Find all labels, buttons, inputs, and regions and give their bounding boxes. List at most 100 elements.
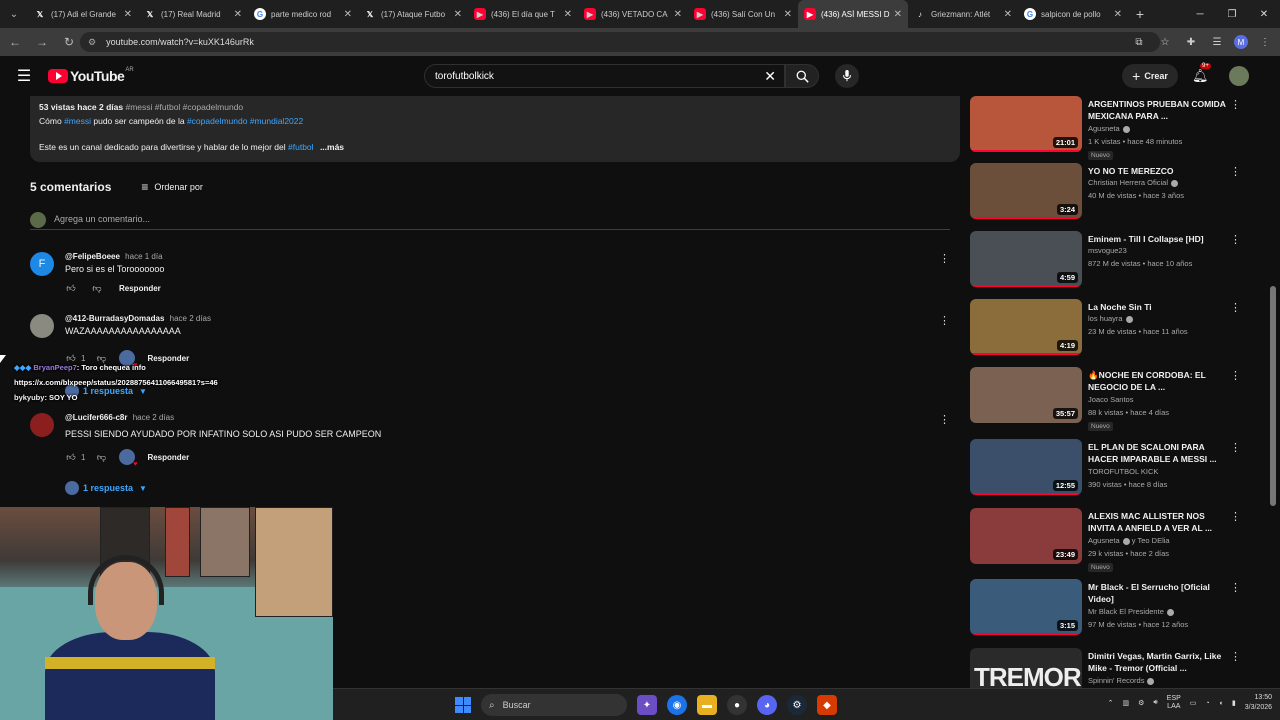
browser-tab[interactable]: 𝕏 (17) Ataque Futbo ✕ [358, 0, 468, 28]
comment-menu-icon[interactable]: ⋮ [939, 413, 950, 426]
video-menu-icon[interactable]: ⋮ [1230, 233, 1241, 246]
video-thumbnail[interactable]: 3:24 [970, 163, 1082, 219]
recommended-video[interactable]: 21:01 ARGENTINOS PRUEBAN COMIDA MEXICANA … [970, 96, 1250, 160]
browser-tab[interactable]: 𝕏 (17) Adi el Grande ✕ [28, 0, 138, 28]
reading-list-icon[interactable]: ☰ [1208, 32, 1226, 52]
close-tab-icon[interactable]: ✕ [674, 9, 682, 20]
video-menu-icon[interactable]: ⋮ [1230, 510, 1241, 523]
video-menu-icon[interactable]: ⋮ [1230, 165, 1241, 178]
close-tab-icon[interactable]: ✕ [564, 9, 572, 20]
recommended-video[interactable]: 3:24 YO NO TE MEREZCO Christian Herrera Of… [970, 163, 1250, 227]
file-explorer-icon[interactable]: ▬ [697, 695, 717, 715]
menu-icon[interactable]: ☰ [14, 66, 34, 86]
video-title[interactable]: EL PLAN DE SCALONI PARA HACER IMPARABLE … [1088, 441, 1230, 465]
copilot-icon[interactable]: ✦ [637, 695, 657, 715]
video-channel[interactable]: msvogue23 [1088, 246, 1127, 255]
view-replies-button[interactable]: 1 respuesta ▼ [65, 481, 147, 495]
reply-button[interactable]: Responder [119, 284, 161, 293]
dislike-icon[interactable]: 👎︎ [95, 451, 107, 463]
browser-tab[interactable]: Gsalpicon de pollo ✕ [1018, 0, 1128, 28]
clock[interactable]: 13:50 3/3/2026 [1245, 693, 1272, 713]
comment-author[interactable]: @412-BurradasyDomadas [65, 314, 164, 323]
comment-author[interactable]: @Lucifer666-c8r [65, 413, 128, 422]
video-menu-icon[interactable]: ⋮ [1230, 441, 1241, 454]
add-comment-box[interactable]: Agrega un comentario... [30, 212, 950, 230]
browser-tab[interactable]: ▶ (436) El día que T ✕ [468, 0, 578, 28]
search-button[interactable] [785, 64, 819, 88]
recommended-video[interactable]: 4:59 Eminem - Till I Collapse [HD] msvogue… [970, 231, 1250, 295]
video-channel[interactable]: Agusneta [1088, 124, 1130, 133]
recommended-video[interactable]: 23:49 ALEXIS MAC ALLISTER NOS INVITA A AN… [970, 508, 1250, 572]
close-tab-icon[interactable]: ✕ [1004, 9, 1012, 20]
recommended-video[interactable]: 35:57 🔥NOCHE EN CORDOBA: EL NEGOCIO DE LA… [970, 367, 1250, 431]
obs-icon[interactable]: ● [727, 695, 747, 715]
video-channel[interactable]: Mr Black El Presidente [1088, 607, 1174, 616]
close-tab-icon[interactable]: ✕ [344, 9, 352, 20]
youtube-logo[interactable]: YouTube AR [48, 67, 134, 84]
video-channel[interactable]: Agusneta y Teo DElia [1088, 536, 1170, 545]
sort-button[interactable]: ≡ Ordenar por [141, 180, 203, 194]
hashtag-link[interactable]: #messi [64, 116, 91, 126]
video-thumbnail[interactable]: 35:57 [970, 367, 1082, 423]
comment-avatar[interactable]: F [30, 252, 54, 276]
windows-start-icon[interactable] [455, 697, 471, 713]
comment-time[interactable]: hace 2 días [133, 413, 174, 422]
video-menu-icon[interactable]: ⋮ [1230, 369, 1241, 382]
comment-avatar[interactable] [30, 314, 54, 338]
bookmark-star-icon[interactable]: ☆ [1156, 32, 1174, 52]
profile-avatar[interactable]: M [1234, 35, 1248, 49]
browser-tab[interactable]: Gparte medico rod ✕ [248, 0, 358, 28]
comment-avatar[interactable] [30, 413, 54, 437]
minimize-icon[interactable]: ─ [1184, 0, 1216, 28]
browser-tab[interactable]: 𝕏 (17) Real Madrid ✕ [138, 0, 248, 28]
video-thumbnail[interactable]: 4:59 [970, 231, 1082, 287]
tray-expand-icon[interactable]: ⌃ [1108, 699, 1114, 707]
video-title[interactable]: Mr Black - El Serrucho [Oficial Video] [1088, 581, 1230, 605]
video-channel[interactable]: Spinnin' Records [1088, 676, 1155, 685]
browser-tab[interactable]: ▶ (436) VETADO CA ✕ [578, 0, 688, 28]
close-tab-icon[interactable]: ✕ [234, 9, 242, 20]
show-more-button[interactable]: ...más [320, 142, 344, 152]
close-tab-icon[interactable]: ✕ [454, 9, 462, 20]
app-icon[interactable]: ◆ [817, 695, 837, 715]
video-menu-icon[interactable]: ⋮ [1230, 98, 1241, 111]
network-icon[interactable]: ▥ [1122, 699, 1129, 707]
video-channel[interactable]: Joaco Santos [1088, 395, 1133, 404]
recommended-video[interactable]: 12:55 EL PLAN DE SCALONI PARA HACER IMPAR… [970, 439, 1250, 503]
video-title[interactable]: Dimitri Vegas, Martin Garrix, Like Mike … [1088, 650, 1230, 674]
video-channel[interactable]: TOROFUTBOL KICK [1088, 467, 1158, 476]
like-icon[interactable]: 👍︎ [65, 451, 77, 463]
video-thumbnail[interactable]: TREMOR [970, 648, 1082, 688]
video-title[interactable]: La Noche Sin Ti [1088, 301, 1230, 313]
browser-tab[interactable]: ▶ (436) ASÍ MESSI D ✕ [798, 0, 908, 28]
video-thumbnail[interactable]: 21:01 [970, 96, 1082, 152]
like-icon[interactable]: 👍︎ [65, 282, 77, 294]
scrollbar-thumb[interactable] [1270, 286, 1276, 506]
back-button[interactable]: ← [3, 30, 27, 54]
voice-search-button[interactable] [835, 64, 859, 88]
address-bar[interactable]: ⚙ youtube.com/watch?v=kuXK146urRk [80, 32, 1160, 52]
recommended-video[interactable]: 4:19 La Noche Sin Ti los huayra 23 M de vis… [970, 299, 1250, 363]
create-button[interactable]: + Crear [1122, 64, 1178, 88]
comment-author[interactable]: @FelipeBoeee [65, 252, 120, 261]
notifications-button[interactable]: 🔔︎ 9+ [1192, 63, 1211, 84]
hashtag-link[interactable]: #futbol [288, 142, 314, 152]
close-tab-icon[interactable]: ✕ [124, 9, 132, 20]
hashtag-link[interactable]: #copadelmundo [187, 116, 248, 126]
wifi-icon[interactable]: ◔ [1205, 700, 1209, 707]
video-title[interactable]: ALEXIS MAC ALLISTER NOS INVITA A ANFIELD… [1088, 510, 1230, 534]
video-thumbnail[interactable]: 12:55 [970, 439, 1082, 495]
comment-menu-icon[interactable]: ⋮ [939, 252, 950, 265]
search-input[interactable]: torofutbolkick ✕ [424, 64, 785, 88]
extensions-icon[interactable]: ✚ [1182, 32, 1200, 52]
new-tab-button[interactable]: + [1128, 6, 1152, 22]
video-thumbnail[interactable]: 4:19 [970, 299, 1082, 355]
video-menu-icon[interactable]: ⋮ [1230, 581, 1241, 594]
recommended-video[interactable]: 3:15 Mr Black - El Serrucho [Oficial Vide… [970, 579, 1250, 643]
battery-icon[interactable]: ▮ [1232, 699, 1236, 707]
video-thumbnail[interactable]: 23:49 [970, 508, 1082, 564]
dislike-icon[interactable]: 👎︎ [91, 282, 103, 294]
video-thumbnail[interactable]: 3:15 [970, 579, 1082, 635]
video-title[interactable]: 🔥NOCHE EN CORDOBA: EL NEGOCIO DE LA ... [1088, 369, 1230, 393]
tab-search-icon[interactable]: ⌄ [0, 0, 28, 28]
